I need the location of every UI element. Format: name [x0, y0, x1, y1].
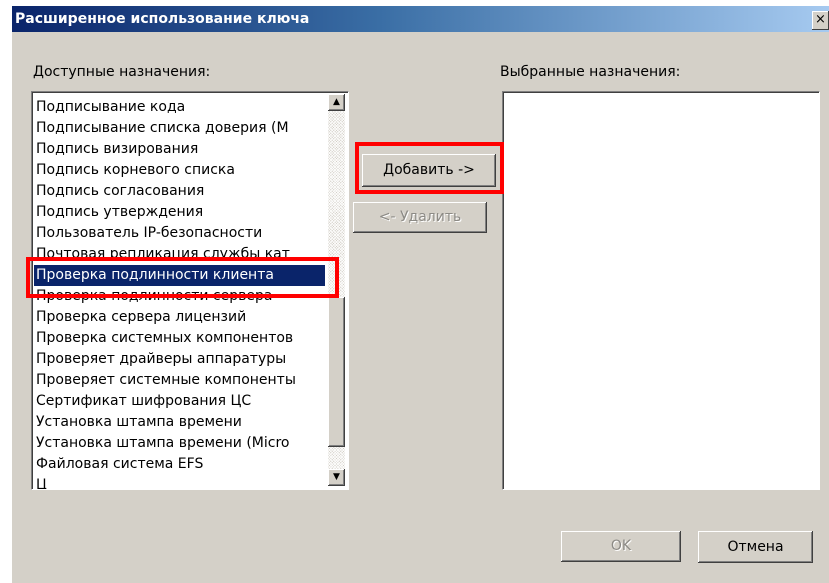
- dialog-title: Расширенное использование ключа: [15, 11, 310, 27]
- list-item[interactable]: Проверка системных компонентов: [34, 328, 325, 349]
- list-item[interactable]: Проверяет системные компоненты: [34, 370, 325, 391]
- list-item[interactable]: Сертификат шифрования ЦС: [34, 391, 325, 412]
- list-item[interactable]: Подписывание списка доверия (М: [34, 118, 325, 139]
- list-item[interactable]: Проверяет драйверы аппаратуры: [34, 349, 325, 370]
- list-item[interactable]: Установка штампа времени: [34, 412, 325, 433]
- available-items: Подписывание кода Подписывание списка дов…: [34, 97, 325, 489]
- list-item[interactable]: Подпись утверждения: [34, 202, 325, 223]
- list-item[interactable]: Ц: [34, 475, 325, 489]
- list-item[interactable]: Файловая система EFS: [34, 454, 325, 475]
- list-item[interactable]: Проверка подлинности клиента: [34, 265, 325, 286]
- selected-purposes-label: Выбранные назначения:: [500, 64, 681, 80]
- list-item[interactable]: Проверка сервера лицензий: [34, 307, 325, 328]
- list-scrollbar[interactable]: ▲ ▼: [328, 94, 345, 486]
- list-item[interactable]: Почтовая репликация службы кат: [34, 244, 325, 265]
- list-item[interactable]: Подписывание кода: [34, 97, 325, 118]
- selected-purposes-list[interactable]: [502, 91, 820, 490]
- scroll-up-button[interactable]: ▲: [328, 94, 345, 111]
- cancel-button[interactable]: Отмена: [698, 531, 813, 563]
- list-item[interactable]: Подпись согласования: [34, 181, 325, 202]
- add-button[interactable]: Добавить ->: [362, 154, 496, 187]
- list-item[interactable]: Пользователь IP-безопасности: [34, 223, 325, 244]
- list-item[interactable]: Подпись визирования: [34, 139, 325, 160]
- remove-button[interactable]: <- Удалить: [353, 202, 487, 233]
- scroll-thumb[interactable]: [328, 297, 345, 447]
- list-item[interactable]: Установка штампа времени (Micro: [34, 433, 325, 454]
- close-icon: ×: [815, 12, 826, 27]
- list-item[interactable]: Подпись корневого списка: [34, 160, 325, 181]
- arrow-down-icon: ▼: [333, 472, 340, 482]
- available-purposes-label: Доступные назначения:: [33, 64, 211, 80]
- title-bar: Расширенное использование ключа ×: [12, 6, 829, 32]
- dialog-window: Расширенное использование ключа × Доступ…: [12, 6, 829, 583]
- ok-button[interactable]: OK: [561, 531, 681, 562]
- scroll-down-button[interactable]: ▼: [328, 469, 345, 486]
- available-purposes-list[interactable]: Подписывание кода Подписывание списка дов…: [31, 91, 349, 490]
- list-item[interactable]: Проверка подлинности сервера: [34, 286, 325, 307]
- close-button[interactable]: ×: [812, 11, 829, 30]
- arrow-up-icon: ▲: [333, 97, 340, 107]
